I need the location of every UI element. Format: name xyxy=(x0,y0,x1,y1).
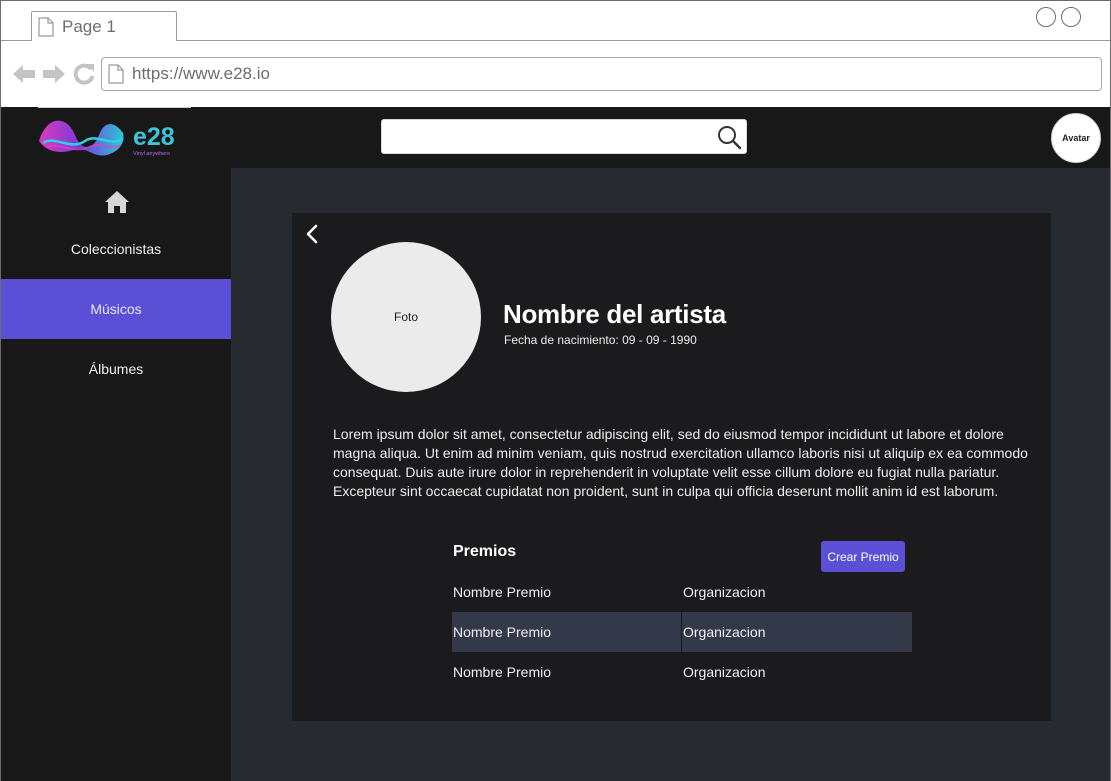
home-icon[interactable] xyxy=(104,189,130,215)
avatar[interactable]: Avatar xyxy=(1051,113,1101,163)
award-name: Nombre Premio xyxy=(453,584,552,600)
browser-tab[interactable]: Page 1 xyxy=(31,11,177,42)
sidebar: Coleccionistas Músicos Álbumes xyxy=(1,168,231,781)
refresh-icon[interactable] xyxy=(72,61,96,87)
artist-bio: Lorem ipsum dolor sit amet, consectetur … xyxy=(333,426,1028,499)
forward-arrow-icon[interactable] xyxy=(41,61,67,87)
search-icon[interactable] xyxy=(716,124,742,150)
tab-label: Page 1 xyxy=(62,16,116,36)
browser-nav-bar: https://www.e28.io xyxy=(1,41,1110,107)
e28-logo[interactable]: e28 Vinyl anywhere xyxy=(37,111,189,163)
artist-photo: Foto xyxy=(331,242,481,392)
award-name: Nombre Premio xyxy=(453,664,552,680)
award-organization: Organizacion xyxy=(683,664,766,680)
window-close-button[interactable] xyxy=(1061,7,1081,27)
create-award-button[interactable]: Crear Premio xyxy=(821,541,905,572)
award-organization: Organizacion xyxy=(683,624,766,640)
artist-card: Foto Nombre del artista Fecha de nacimie… xyxy=(292,213,1051,721)
awards-table: Nombre Premio Organizacion Nombre Premio… xyxy=(452,572,912,692)
url-text: https://www.e28.io xyxy=(132,64,270,83)
sidebar-item-coleccionistas[interactable]: Coleccionistas xyxy=(1,219,231,279)
photo-label: Foto xyxy=(393,310,418,324)
browser-window: Page 1 https://www.e28.io e28 Vinyl anyw… xyxy=(0,0,1111,781)
chevron-left-icon[interactable] xyxy=(302,223,322,245)
address-bar[interactable]: https://www.e28.io xyxy=(101,57,1102,91)
window-minimize-button[interactable] xyxy=(1036,7,1056,27)
logo-tagline: Vinyl anywhere xyxy=(133,151,170,157)
app-root: e28 Vinyl anywhere Avatar Coleccionistas… xyxy=(1,107,1110,781)
header-divider xyxy=(38,107,191,108)
browser-tab-bar: Page 1 xyxy=(1,1,1110,42)
main-content: Foto Nombre del artista Fecha de nacimie… xyxy=(231,168,1110,781)
app-header: e28 Vinyl anywhere Avatar xyxy=(1,107,1110,168)
logo-text: e28 xyxy=(133,123,175,151)
back-arrow-icon[interactable] xyxy=(11,61,37,87)
document-icon xyxy=(108,64,124,84)
award-name: Nombre Premio xyxy=(452,612,682,652)
sidebar-item-albumes[interactable]: Álbumes xyxy=(1,339,231,399)
search-input[interactable] xyxy=(388,124,708,150)
table-row[interactable]: Nombre Premio Organizacion xyxy=(452,652,912,692)
search-bar xyxy=(381,119,747,154)
table-row[interactable]: Nombre Premio Organizacion xyxy=(452,572,912,612)
award-organization: Organizacion xyxy=(683,584,766,600)
sidebar-item-musicos[interactable]: Músicos xyxy=(1,279,231,339)
awards-title: Premios xyxy=(453,543,517,560)
document-icon xyxy=(38,16,54,37)
artist-name: Nombre del artista xyxy=(503,299,726,329)
table-row[interactable]: Nombre Premio Organizacion xyxy=(452,612,912,652)
artist-birth-date: Fecha de nacimiento: 09 - 09 - 1990 xyxy=(504,333,697,347)
